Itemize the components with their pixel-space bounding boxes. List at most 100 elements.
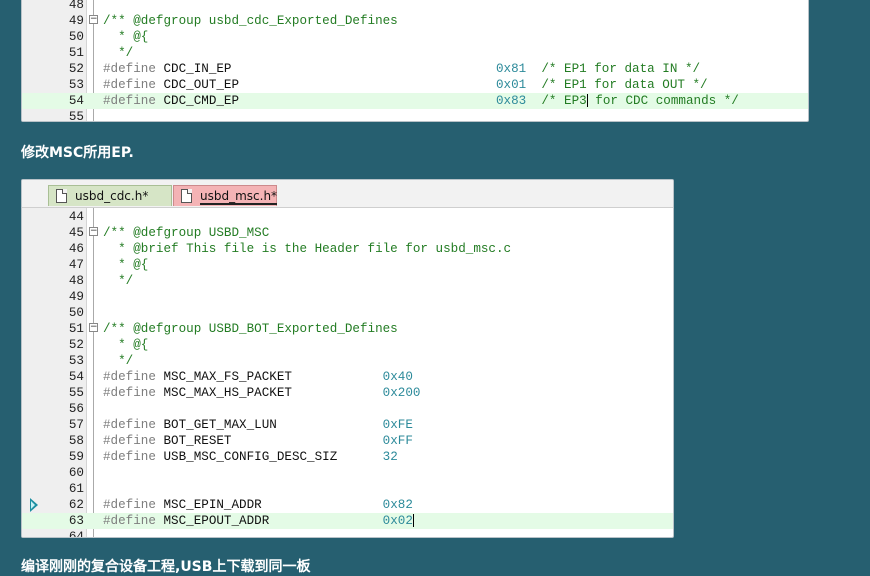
code-token: 0x01 (496, 78, 527, 92)
code-text: #define MSC_EPIN_ADDR 0x82 (103, 497, 413, 513)
code-line[interactable]: 62 #define MSC_EPIN_ADDR 0x82 (22, 497, 673, 513)
code-token: #define (103, 418, 164, 432)
code-line[interactable]: 55 (22, 109, 808, 122)
code-token: MSC_EPIN_ADDR (163, 498, 383, 512)
code-line[interactable]: 54 #define CDC_CMD_EP 0x83 /* EP3 for CDC… (22, 93, 808, 109)
code-text: /** @defgroup USBD_BOT_Exported_Defines (103, 321, 398, 337)
code-text: * @brief This file is the Header file fo… (103, 241, 511, 257)
code-line[interactable]: 57 #define BOT_GET_MAX_LUN 0xFE (22, 417, 673, 433)
line-number: 50 (68, 306, 84, 320)
code-token: * @{ (103, 258, 149, 272)
line-number: 53 (68, 78, 84, 92)
code-token: 0x82 (382, 498, 413, 512)
code-token: BOT_GET_MAX_LUN (163, 418, 383, 432)
code-line[interactable]: 50 (22, 305, 673, 321)
code-text: */ (103, 273, 133, 289)
code-token: */ (103, 46, 134, 60)
code-token: MSC_EPOUT_ADDR (163, 514, 383, 528)
code-token: MSC_MAX_HS_PACKET (163, 386, 383, 400)
file-icon (56, 189, 67, 203)
code-text: #define USB_MSC_CONFIG_DESC_SIZ 32 (103, 449, 398, 465)
code-line[interactable]: 49−/** @defgroup usbd_cdc_Exported_Defin… (22, 13, 808, 29)
code-token: for CDC commands */ (587, 94, 739, 108)
line-number: 52 (68, 338, 84, 352)
line-number: 63 (68, 514, 84, 528)
code-line[interactable]: 56 (22, 401, 673, 417)
line-number: 50 (68, 30, 84, 44)
code-editor-msc: usbd_cdc.h* usbd_msc.h* 44 45−/** @defgro… (21, 179, 674, 538)
code-token: CDC_IN_EP (163, 62, 496, 76)
code-text: * @{ (103, 257, 148, 273)
caption-modify-msc-ep: 修改MSC所用EP. (21, 145, 134, 161)
code-token: #define (103, 450, 164, 464)
code-line[interactable]: 64 (22, 529, 673, 537)
code-token: /* EP1 for data OUT */ (526, 78, 708, 92)
line-number: 54 (68, 370, 84, 384)
code-line[interactable]: 55 #define MSC_MAX_HS_PACKET 0x200 (22, 385, 673, 401)
fold-toggle-icon[interactable]: − (89, 15, 98, 24)
code-token: /* EP3 (526, 94, 587, 108)
line-number: 54 (68, 94, 84, 108)
line-number: 46 (68, 242, 84, 256)
line-number: 55 (68, 110, 84, 122)
line-number: 53 (68, 354, 84, 368)
code-token: 0x200 (382, 386, 421, 400)
code-token: BOT_RESET (163, 434, 383, 448)
code-text: * @{ (103, 337, 148, 353)
code-text: #define MSC_MAX_HS_PACKET 0x200 (103, 385, 420, 401)
code-lines[interactable]: 48 49−/** @defgroup usbd_cdc_Exported_Def… (22, 0, 808, 121)
caption-compile-download: 编译刚刚的复合设备工程,USB上下载到同一板 (21, 559, 311, 575)
code-text: #define CDC_IN_EP 0x81 /* EP1 for data I… (103, 61, 700, 77)
code-line[interactable]: 47 * @{ (22, 257, 673, 273)
code-line[interactable]: 60 (22, 465, 673, 481)
code-text: /** @defgroup usbd_cdc_Exported_Defines (103, 13, 398, 29)
code-token: * @{ (103, 30, 149, 44)
code-text: #define CDC_CMD_EP 0x83 /* EP3 for CDC c… (103, 93, 739, 109)
code-line[interactable]: 63 #define MSC_EPOUT_ADDR 0x02 (22, 513, 673, 529)
code-snippet-cdc: 48 49−/** @defgroup usbd_cdc_Exported_Def… (21, 0, 809, 122)
code-line[interactable]: 48 */ (22, 273, 673, 289)
line-number: 51 (68, 46, 84, 60)
code-text: * @{ (103, 29, 148, 45)
tab-usbd-msc[interactable]: usbd_msc.h* (173, 185, 278, 206)
code-token: #define (103, 94, 164, 108)
code-line[interactable]: 53 */ (22, 353, 673, 369)
code-line[interactable]: 51−/** @defgroup USBD_BOT_Exported_Defin… (22, 321, 673, 337)
code-line[interactable]: 61 (22, 481, 673, 497)
code-token: 0x02 (382, 514, 413, 528)
code-line[interactable]: 48 (22, 0, 808, 13)
line-number: 52 (68, 62, 84, 76)
line-number: 44 (68, 210, 84, 224)
code-token: CDC_CMD_EP (163, 94, 496, 108)
code-token: * @{ (103, 338, 149, 352)
code-line[interactable]: 59 #define USB_MSC_CONFIG_DESC_SIZ 32 (22, 449, 673, 465)
fold-toggle-icon[interactable]: − (89, 227, 98, 236)
code-lines[interactable]: 44 45−/** @defgroup USBD_MSC 46 * @brief T… (22, 209, 673, 537)
fold-toggle-icon[interactable]: − (89, 323, 98, 332)
code-line[interactable]: 51 */ (22, 45, 808, 61)
file-icon (181, 189, 192, 203)
code-line[interactable]: 52 #define CDC_IN_EP 0x81 /* EP1 for data… (22, 61, 808, 77)
code-line[interactable]: 58 #define BOT_RESET 0xFF (22, 433, 673, 449)
line-number: 49 (68, 290, 84, 304)
tab-usbd-cdc[interactable]: usbd_cdc.h* (48, 185, 172, 206)
code-token: /** @defgroup usbd_cdc_Exported_Defines (103, 14, 398, 28)
code-text: #define CDC_OUT_EP 0x01 /* EP1 for data … (103, 77, 708, 93)
line-number: 58 (68, 434, 84, 448)
code-line[interactable]: 50 * @{ (22, 29, 808, 45)
code-token: USB_MSC_CONFIG_DESC_SIZ (163, 450, 383, 464)
code-token: #define (103, 514, 164, 528)
code-token: 0x81 (496, 62, 527, 76)
code-line[interactable]: 54 #define MSC_MAX_FS_PACKET 0x40 (22, 369, 673, 385)
code-line[interactable]: 53 #define CDC_OUT_EP 0x01 /* EP1 for dat… (22, 77, 808, 93)
line-number: 45 (68, 226, 84, 240)
code-line[interactable]: 52 * @{ (22, 337, 673, 353)
code-line[interactable]: 44 (22, 209, 673, 225)
code-line[interactable]: 46 * @brief This file is the Header file… (22, 241, 673, 257)
code-line[interactable]: 49 (22, 289, 673, 305)
code-token: /** @defgroup USBD_MSC (103, 226, 270, 240)
editor-tab-bar: usbd_cdc.h* usbd_msc.h* (22, 180, 673, 208)
code-line[interactable]: 45−/** @defgroup USBD_MSC (22, 225, 673, 241)
code-token: #define (103, 62, 164, 76)
code-token: 0x83 (496, 94, 527, 108)
